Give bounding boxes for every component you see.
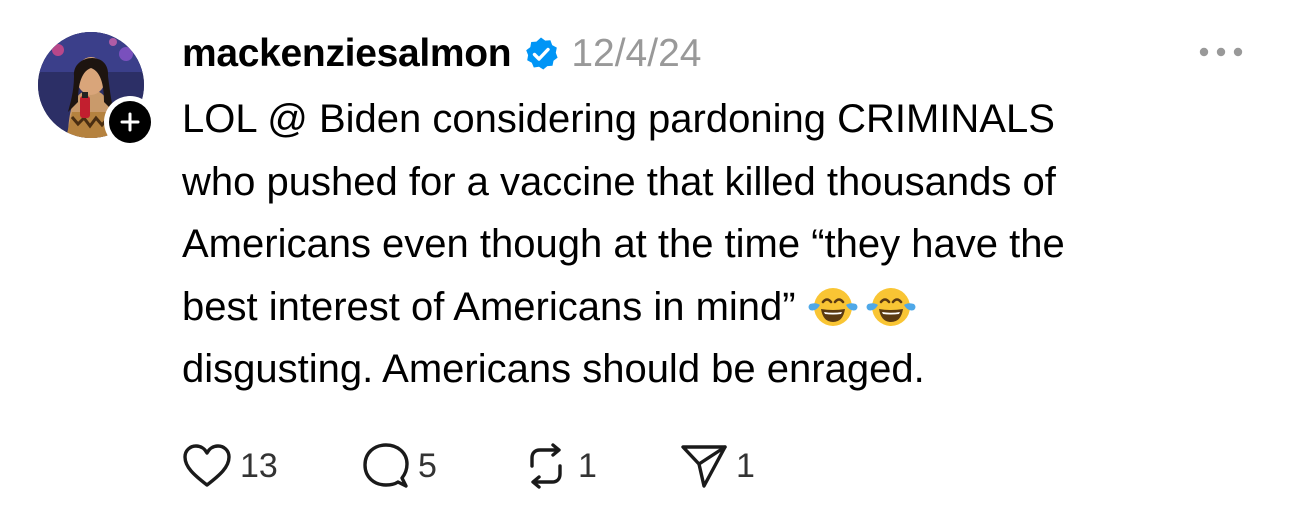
- follow-button-inner: [109, 101, 151, 143]
- follow-button[interactable]: [104, 96, 156, 148]
- verified-badge-icon: [526, 37, 558, 70]
- post-text-line: disgusting. Americans should be enraged.: [182, 347, 925, 391]
- comment-icon: [363, 443, 409, 488]
- thread-post: mackenziesalmon 12/4/24 LOL @ Biden cons…: [0, 0, 1290, 527]
- reply-count: 5: [418, 446, 437, 485]
- ellipsis-icon[interactable]: [1198, 42, 1244, 62]
- post-text-line: LOL @ Biden considering pardoning CRIMIN…: [182, 97, 1055, 141]
- post-text-line: Americans even though at the time “they …: [182, 222, 1065, 266]
- username[interactable]: mackenziesalmon: [182, 32, 512, 76]
- like-button[interactable]: 13: [182, 443, 362, 489]
- post-actions: 13 5 1 1: [182, 438, 800, 494]
- repost-button[interactable]: 1: [522, 442, 680, 490]
- avatar-container[interactable]: [38, 32, 156, 148]
- like-count: 13: [240, 446, 278, 485]
- face-with-tears-of-joy-icon: [866, 287, 916, 326]
- plus-icon: [120, 112, 140, 132]
- post-date: 12/4/24: [571, 32, 702, 75]
- post-text-line: best interest of Americans in mind”: [182, 284, 796, 329]
- share-count: 1: [736, 446, 755, 485]
- post-text: LOL @ Biden considering pardoning CRIMIN…: [182, 88, 1242, 401]
- reply-button[interactable]: 5: [362, 442, 522, 490]
- share-button[interactable]: 1: [680, 442, 800, 490]
- repost-count: 1: [578, 446, 597, 485]
- heart-icon: [183, 444, 231, 487]
- face-with-tears-of-joy-icon: [808, 287, 858, 326]
- send-icon: [681, 445, 727, 488]
- post-text-line-with-emoji: best interest of Americans in mind”: [182, 276, 1242, 339]
- repost-icon: [530, 443, 562, 489]
- post-header: mackenziesalmon 12/4/24: [182, 26, 701, 82]
- post-text-line: who pushed for a vaccine that killed tho…: [182, 159, 1056, 204]
